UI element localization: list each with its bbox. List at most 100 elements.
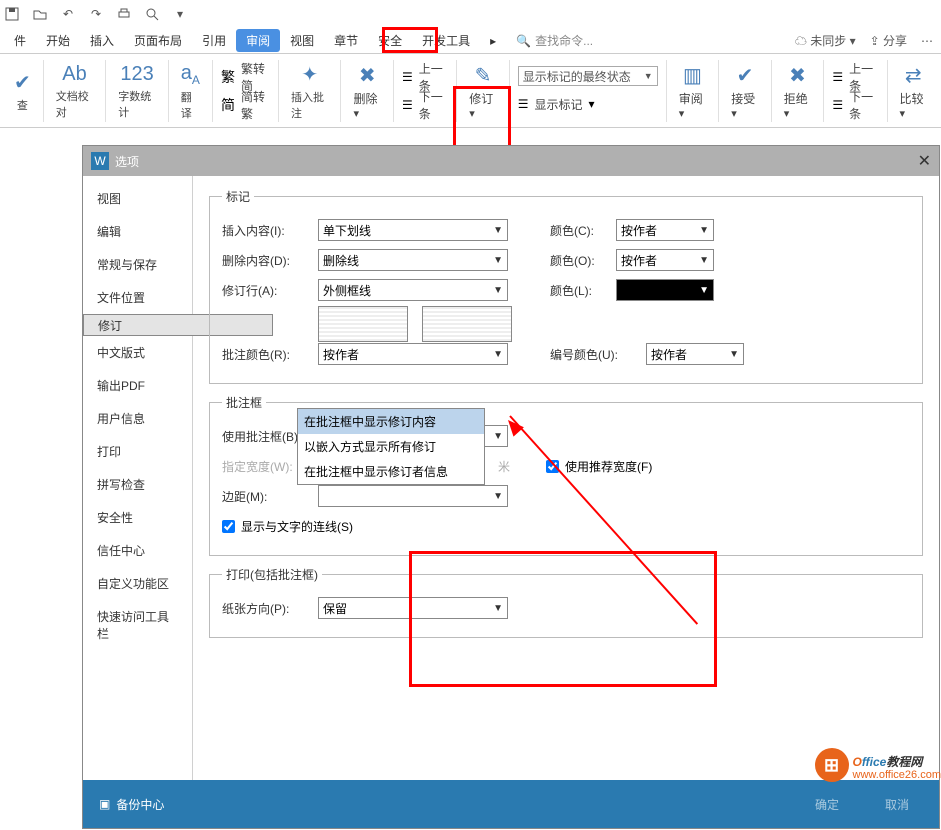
undo-icon[interactable]: ↶ [60,6,76,22]
num-color-select[interactable]: 按作者▼ [646,343,744,365]
options-sidebar: 视图 编辑 常规与保存 文件位置 修订 中文版式 输出PDF 用户信息 打印 拼… [83,176,193,780]
menu-bar: 件 开始 插入 页面布局 引用 审阅 视图 章节 安全 开发工具 ▸ 🔍 查找命… [0,28,941,54]
menu-view[interactable]: 视图 [280,29,324,52]
simp-to-trad-button[interactable]: 简简转繁 [221,93,270,117]
display-mode-combo[interactable]: 显示标记的最终状态▼ [518,66,658,86]
highlight-box-revise [453,86,511,154]
accept-button[interactable]: ✔接受 ▾ [727,61,763,122]
highlight-box-balloon [409,551,717,687]
sidebar-item-print[interactable]: 打印 [83,435,192,468]
anno-color-select[interactable]: 按作者▼ [318,343,508,365]
doc-proof-button[interactable]: Ab文档校对 [52,61,98,122]
menu-insert[interactable]: 插入 [80,29,124,52]
show-connector-checkbox[interactable]: 显示与文字的连线(S) [222,518,353,535]
redo-icon[interactable]: ↷ [88,6,104,22]
color-o-select[interactable]: 按作者▼ [616,249,714,271]
dialog-title-bar: W 选项 ✕ [83,146,939,176]
delete-label: 删除内容(D): [222,252,312,269]
prev-change-button[interactable]: ☰上一条 [832,65,878,89]
spellcheck-button[interactable]: ✔查 [10,68,35,115]
width-unit: 米 [498,458,510,475]
menu-home[interactable]: 开始 [36,29,80,52]
ribbon: ✔查 Ab文档校对 123字数统计 aA翻译 繁繁转简 简简转繁 ✦插入批注 ✖… [0,54,941,128]
sidebar-item-user-info[interactable]: 用户信息 [83,402,192,435]
balloon-option-1[interactable]: 在批注框中显示修订内容 [298,409,484,434]
balloon-option-2[interactable]: 以嵌入方式显示所有修订 [298,434,484,459]
next-change-button[interactable]: ☰下一条 [832,93,878,117]
sidebar-item-spell[interactable]: 拼写检查 [83,468,192,501]
prev-comment-button[interactable]: ☰上一条 [402,65,448,89]
menu-more-icon[interactable]: ▸ [480,31,506,51]
ok-button[interactable]: 确定 [801,790,853,819]
anno-color-label: 批注颜色(R): [222,346,312,363]
delete-select[interactable]: 删除线▼ [318,249,508,271]
balloon-option-3[interactable]: 在批注框中显示修订者信息 [298,459,484,484]
reject-button[interactable]: ✖拒绝 ▾ [780,61,816,122]
mark-legend: 标记 [222,188,254,205]
line-select[interactable]: 外侧框线▼ [318,279,508,301]
cancel-button[interactable]: 取消 [871,790,923,819]
backup-center-button[interactable]: ▣ 备份中心 [99,796,164,813]
menu-references[interactable]: 引用 [192,29,236,52]
menu-overflow-icon[interactable]: ⋯ [921,34,933,48]
margin-select[interactable]: ▼ [318,485,508,507]
chevron-down-icon: ▼ [493,491,503,502]
sidebar-item-general-save[interactable]: 常规与保存 [83,248,192,281]
sidebar-item-edit[interactable]: 编辑 [83,215,192,248]
options-dialog: W 选项 ✕ 视图 编辑 常规与保存 文件位置 修订 中文版式 输出PDF 用户… [82,145,940,829]
compare-button[interactable]: ⇄比较 ▾ [896,61,932,122]
sidebar-item-output-pdf[interactable]: 输出PDF [83,369,192,402]
trad-to-simp-button[interactable]: 繁繁转简 [221,65,270,89]
color-l-select[interactable]: ▼ [616,279,714,301]
word-count-button[interactable]: 123字数统计 [114,61,160,122]
sidebar-item-trust[interactable]: 信任中心 [83,534,192,567]
search-placeholder: 查找命令... [535,32,593,49]
color-c-label: 颜色(C): [550,222,610,239]
preview-icon[interactable] [144,6,160,22]
print-icon[interactable] [116,6,132,22]
share-button[interactable]: ⇪ 分享 [870,32,907,49]
sidebar-item-custom-ribbon[interactable]: 自定义功能区 [83,567,192,600]
more-icon[interactable]: ▾ [172,6,188,22]
backup-icon: ▣ [99,797,110,811]
insert-select[interactable]: 单下划线▼ [318,219,508,241]
sidebar-item-view[interactable]: 视图 [83,182,192,215]
save-icon[interactable] [4,6,20,22]
translate-button[interactable]: aA翻译 [177,60,204,123]
command-search[interactable]: 🔍 查找命令... [516,32,593,49]
watermark-url: www.office26.com [853,770,941,781]
color-l-label: 颜色(L): [550,282,610,299]
watermark-brand: Office教程网 [853,750,941,770]
num-color-label: 编号颜色(U): [550,346,640,363]
chevron-down-icon: ▼ [493,431,503,442]
open-icon[interactable] [32,6,48,22]
sync-status[interactable]: ☁ 未同步 ▾ [795,32,856,49]
review-pane-button[interactable]: ▥审阅 ▾ [675,61,711,122]
insert-comment-button[interactable]: ✦插入批注 [287,60,333,123]
menu-file[interactable]: 件 [4,29,36,52]
preview-box-1 [318,306,408,342]
chevron-down-icon: ▼ [729,349,739,360]
delete-comment-button[interactable]: ✖删除 ▾ [349,61,385,122]
menu-review[interactable]: 审阅 [236,29,280,52]
chevron-down-icon: ▼ [493,225,503,236]
insert-label: 插入内容(I): [222,222,312,239]
sidebar-item-cn-layout[interactable]: 中文版式 [83,336,192,369]
dialog-footer: ▣ 备份中心 确定 取消 [83,780,939,828]
sidebar-item-qat[interactable]: 快速访问工具栏 [83,600,192,650]
close-icon[interactable]: ✕ [918,151,931,171]
dialog-title: 选项 [115,153,139,170]
menu-sections[interactable]: 章节 [324,29,368,52]
preview-box-2 [422,306,512,342]
chevron-down-icon: ▼ [493,285,503,296]
chevron-down-icon: ▼ [699,225,709,236]
menu-page-layout[interactable]: 页面布局 [124,29,192,52]
quick-access-toolbar: ↶ ↷ ▾ [0,0,941,28]
next-comment-button[interactable]: ☰下一条 [402,93,448,117]
color-c-select[interactable]: 按作者▼ [616,219,714,241]
app-icon: W [91,152,109,170]
sidebar-item-security[interactable]: 安全性 [83,501,192,534]
show-markup-button[interactable]: ☰显示标记 ▾ [518,92,595,116]
sidebar-item-file-location[interactable]: 文件位置 [83,281,192,314]
chevron-down-icon: ▼ [699,285,709,296]
